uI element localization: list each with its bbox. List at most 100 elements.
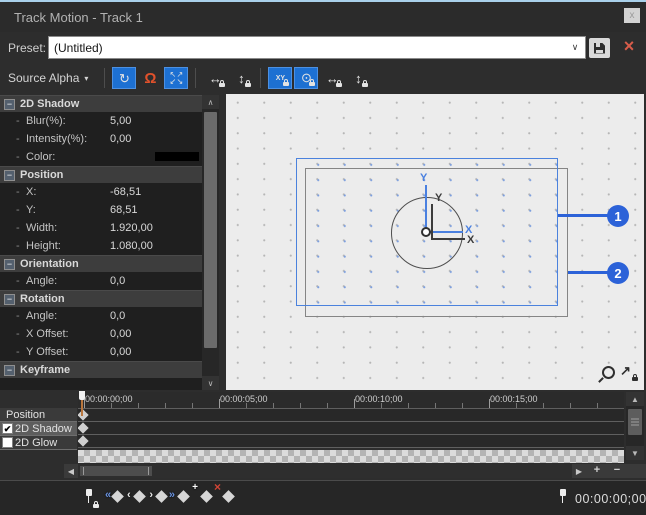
enable-rotation-button[interactable]: ↻ <box>112 67 136 89</box>
property-row-y[interactable]: - Y: 68,51 <box>0 201 202 219</box>
scroll-up-icon[interactable]: ∧ <box>202 95 219 109</box>
property-value[interactable]: 0,00 <box>110 328 131 340</box>
y-axis-line <box>425 185 427 232</box>
lock-icon <box>245 83 251 87</box>
property-row-height[interactable]: - Height: 1.080,00 <box>0 237 202 255</box>
scroll-down-icon[interactable]: ▼ <box>626 446 644 460</box>
collapse-icon[interactable]: − <box>4 365 15 376</box>
delete-preset-button[interactable]: × <box>618 35 640 57</box>
collapse-icon[interactable]: − <box>4 170 15 181</box>
preset-combobox[interactable]: (Untitled) ∨ <box>48 36 586 59</box>
track-row-position[interactable]: Position <box>0 408 77 422</box>
playhead-line <box>81 400 83 416</box>
zoom-out-button[interactable]: − <box>608 464 626 478</box>
source-alpha-label: Source Alpha <box>8 71 79 85</box>
zoom-tool-icon[interactable] <box>602 366 615 379</box>
group-header-position[interactable]: − Position <box>0 166 202 183</box>
property-row-rotation-angle[interactable]: - Angle: 0,0 <box>0 307 202 325</box>
toolbar-separator <box>260 68 261 88</box>
prevent-horizontal-scaling-button[interactable]: ↔ <box>320 67 344 89</box>
collapse-icon[interactable]: − <box>4 259 15 270</box>
property-label: Angle: <box>26 275 110 287</box>
prevent-vertical-movement-button[interactable]: ↕ <box>229 67 253 89</box>
scrollbar-thumb[interactable] <box>204 112 217 348</box>
row-dash-icon: - <box>16 346 26 358</box>
title-bar: Track Motion - Track 1 x <box>0 2 646 32</box>
save-icon <box>594 43 605 54</box>
property-value[interactable]: 0,0 <box>110 310 125 322</box>
property-value[interactable]: 5,00 <box>110 115 131 127</box>
color-swatch[interactable] <box>155 152 199 161</box>
pan-lock-icon[interactable]: ↗ <box>620 363 638 381</box>
group-header-2d-shadow[interactable]: − 2D Shadow <box>0 95 202 112</box>
keyframe-diamond-icon[interactable] <box>78 422 89 433</box>
prevent-vertical-scaling-button[interactable]: ↕ <box>346 67 370 89</box>
diamond-icon <box>200 490 213 503</box>
rotate-icon: ↻ <box>119 72 130 85</box>
keyframe-diamond-icon[interactable] <box>78 409 89 420</box>
property-value[interactable]: 0,00 <box>110 346 131 358</box>
scrollbar-thumb[interactable] <box>80 466 152 476</box>
keyframe-row-2d-shadow[interactable] <box>78 422 624 435</box>
group-header-orientation[interactable]: − Orientation <box>0 255 202 272</box>
scrollbar-track[interactable] <box>78 464 572 478</box>
row-dash-icon: - <box>16 222 26 234</box>
2d-glow-checkbox[interactable] <box>2 437 13 448</box>
property-row-intensity[interactable]: - Intensity(%): 0,00 <box>0 130 202 148</box>
timeline-ruler[interactable]: 00:00:00;00 00:00:05;00 00:00:10;00 00:0… <box>78 392 624 408</box>
lock-aspect-ratio-button[interactable]: XY <box>268 67 292 89</box>
row-dash-icon: - <box>16 275 26 287</box>
property-value[interactable]: 68,51 <box>110 204 138 216</box>
property-value[interactable]: 1.920,00 <box>110 222 153 234</box>
property-value[interactable]: 1.080,00 <box>110 240 153 252</box>
enable-snapping-button[interactable]: Ω <box>138 67 162 89</box>
property-row-y-offset[interactable]: - Y Offset: 0,00 <box>0 343 202 361</box>
property-value[interactable]: 0,00 <box>110 133 131 145</box>
group-header-keyframe[interactable]: − Keyframe <box>0 361 202 378</box>
scroll-right-icon[interactable]: ▶ <box>572 464 586 478</box>
playhead-marker[interactable] <box>79 391 85 400</box>
scroll-left-icon[interactable]: ◀ <box>64 464 78 478</box>
keyframe-row-2d-glow[interactable] <box>78 435 624 448</box>
source-alpha-dropdown[interactable]: Source Alpha ▾ <box>8 71 88 85</box>
motion-canvas[interactable]: Y X Y X 1 2 ↗ <box>226 94 644 390</box>
property-row-blur[interactable]: - Blur(%): 5,00 <box>0 112 202 130</box>
2d-shadow-checkbox[interactable]: ✔ <box>2 423 13 434</box>
edit-in-object-space-button[interactable]: ↖↗↙↘ <box>164 67 188 89</box>
properties-scrollbar[interactable]: ∧ ∨ <box>202 95 219 390</box>
keyframe-diamond-icon[interactable] <box>78 435 89 446</box>
center-handle[interactable] <box>421 227 431 237</box>
preset-value: (Untitled) <box>49 41 565 55</box>
arrow-sw-icon: ↙ <box>169 78 176 85</box>
track-row-2d-glow[interactable]: 2D Glow <box>0 436 77 450</box>
cursor-timecode[interactable]: 00:00:00;00 <box>575 492 646 506</box>
property-row-width[interactable]: - Width: 1.920,00 <box>0 219 202 237</box>
toolbar-separator <box>104 68 105 88</box>
double-right-arrow-icon: » <box>169 489 175 501</box>
scroll-down-icon[interactable]: ∨ <box>202 376 219 390</box>
keyframe-row-position[interactable] <box>78 409 624 422</box>
timeline-vertical-scrollbar[interactable]: ▲ ▼ <box>626 392 644 460</box>
property-row-x[interactable]: - X: -68,51 <box>0 183 202 201</box>
property-row-x-offset[interactable]: - X Offset: 0,00 <box>0 325 202 343</box>
property-value[interactable]: 0,0 <box>110 275 125 287</box>
scroll-up-icon[interactable]: ▲ <box>626 392 644 406</box>
property-value[interactable]: -68,51 <box>110 186 141 198</box>
scrollbar-thumb[interactable] <box>628 409 642 435</box>
collapse-icon[interactable]: − <box>4 99 15 110</box>
keyframe-rows[interactable] <box>78 408 624 450</box>
scale-about-center-button[interactable]: ⊙ <box>294 67 318 89</box>
zoom-in-button[interactable]: + <box>588 464 606 478</box>
close-button[interactable]: x <box>624 8 640 23</box>
collapse-icon[interactable]: − <box>4 294 15 305</box>
prevent-horizontal-movement-button[interactable]: ↔ <box>203 67 227 89</box>
save-preset-button[interactable] <box>589 38 610 58</box>
lock-cursor-button[interactable] <box>85 489 93 509</box>
ruler-label: 00:00:15;00 <box>490 394 538 404</box>
lock-icon <box>336 83 342 87</box>
property-row-color[interactable]: - Color: <box>0 148 202 166</box>
preset-label: Preset: <box>8 41 46 55</box>
group-header-rotation[interactable]: − Rotation <box>0 290 202 307</box>
property-row-orientation-angle[interactable]: - Angle: 0,0 <box>0 272 202 290</box>
track-row-2d-shadow[interactable]: ✔ 2D Shadow <box>0 422 77 436</box>
